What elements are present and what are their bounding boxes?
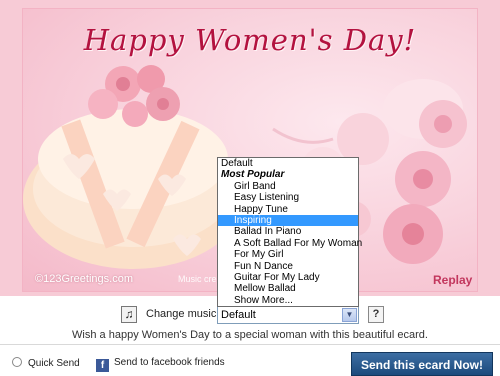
dropdown-option[interactable]: Mellow Ballad — [218, 283, 358, 294]
quick-send-icon — [12, 357, 22, 367]
facebook-send-link[interactable]: f Send to facebook friends — [96, 357, 225, 372]
facebook-icon: f — [96, 359, 109, 372]
help-button[interactable]: ? — [368, 306, 384, 323]
music-select-value: Default — [221, 309, 256, 321]
dropdown-option[interactable]: For My Girl — [218, 249, 358, 260]
music-dropdown-list: Default Most Popular Girl Band Easy List… — [217, 157, 362, 307]
card-title: Happy Women's Day! — [83, 23, 417, 57]
dropdown-option[interactable]: Fun N Dance — [218, 261, 358, 272]
music-select[interactable]: Default ▼ — [217, 306, 359, 324]
dropdown-option[interactable]: Ballad In Piano — [218, 226, 358, 237]
quick-send-link[interactable]: Quick Send — [12, 357, 80, 369]
dropdown-option[interactable]: A Soft Ballad For My Woman — [218, 238, 362, 249]
dropdown-option[interactable]: Guitar For My Lady — [218, 272, 358, 283]
dropdown-option[interactable]: Default — [218, 158, 358, 169]
dropdown-option-highlighted[interactable]: Inspiring — [218, 214, 358, 227]
music-controls: ♫ Change music: Default ▼ ? — [0, 305, 500, 325]
send-footer: Quick Send f Send to facebook friends Sen… — [0, 348, 500, 376]
card-tagline: Wish a happy Women's Day to a special wo… — [72, 329, 428, 341]
quick-send-label: Quick Send — [28, 358, 80, 369]
send-ecard-button[interactable]: Send this ecard Now! — [351, 352, 493, 376]
facebook-send-label: Send to facebook friends — [114, 357, 225, 368]
chevron-down-icon[interactable]: ▼ — [342, 308, 357, 322]
dropdown-option[interactable]: Happy Tune — [218, 204, 358, 215]
dropdown-option[interactable]: Easy Listening — [218, 192, 358, 203]
music-credit: Music cre — [178, 274, 217, 284]
change-music-label: Change music: — [146, 308, 220, 320]
music-note-icon[interactable]: ♫ — [121, 306, 137, 323]
dropdown-option[interactable]: Girl Band — [218, 181, 358, 192]
replay-button[interactable]: Replay — [433, 273, 472, 287]
divider — [0, 344, 500, 345]
dropdown-group-header: Most Popular — [221, 169, 285, 181]
dropdown-option-show-more[interactable]: Show More... — [218, 295, 358, 306]
copyright-watermark: ©123Greetings.com — [35, 273, 133, 285]
